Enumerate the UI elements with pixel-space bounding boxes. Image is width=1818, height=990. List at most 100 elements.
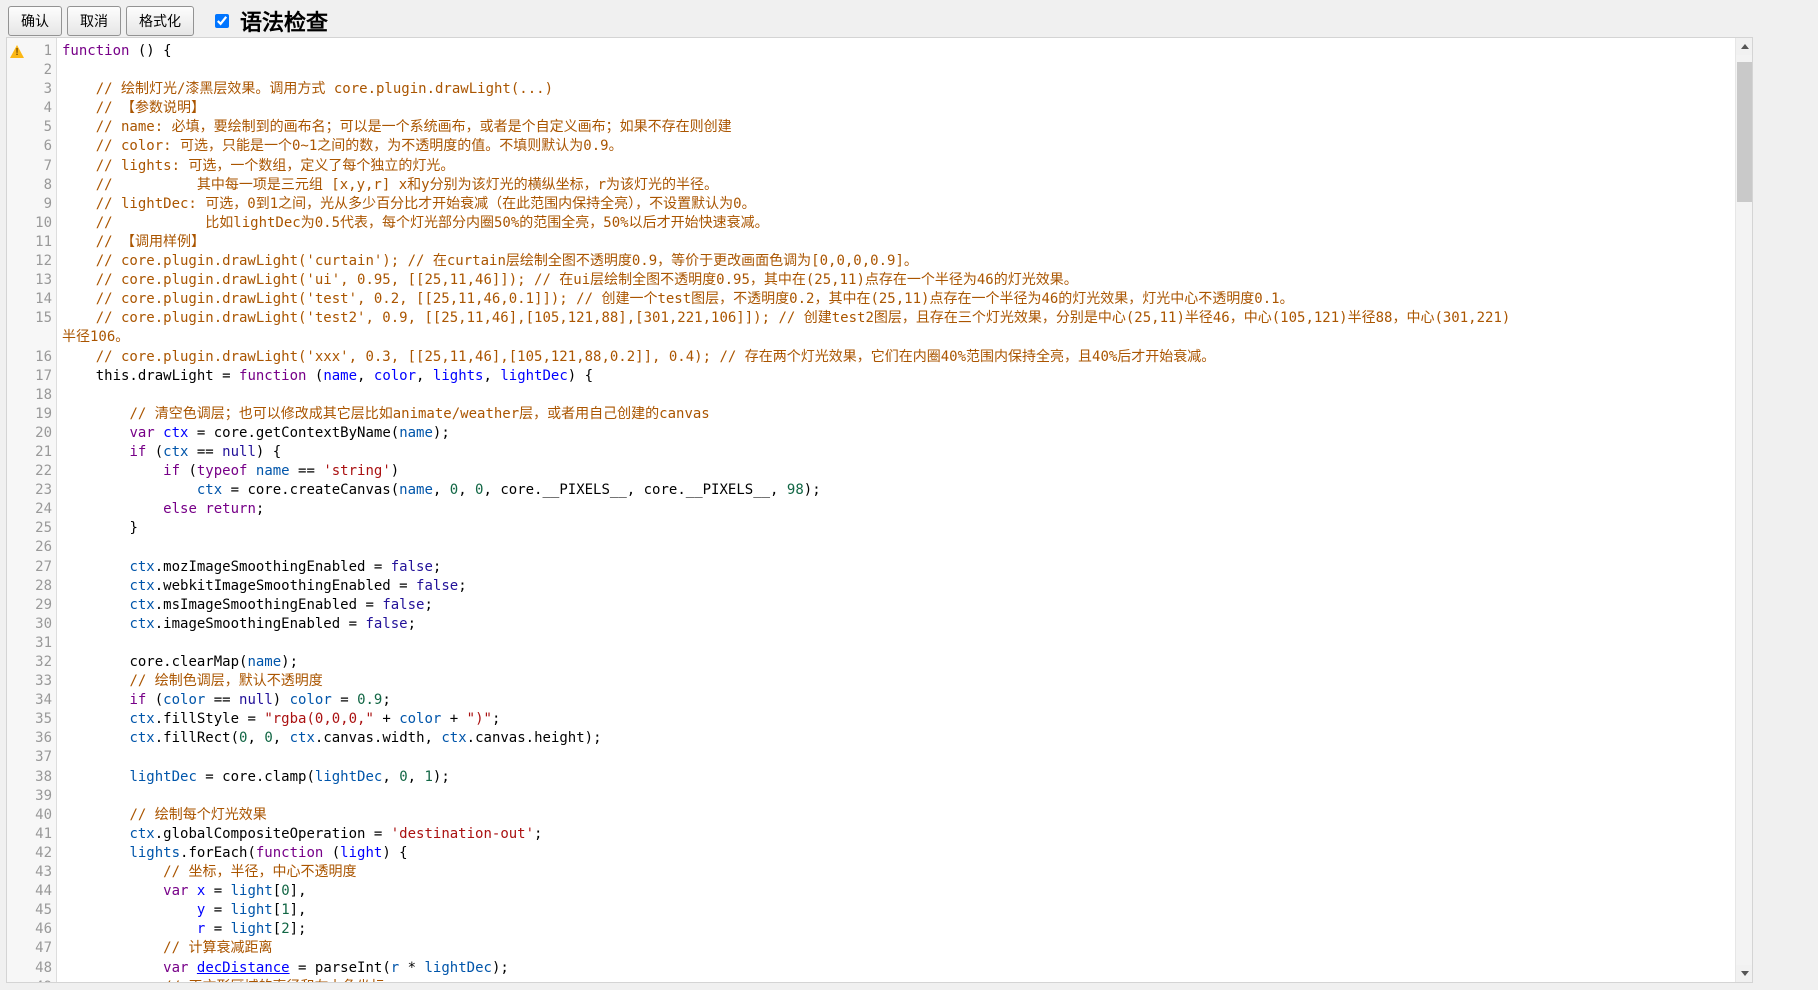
code-text[interactable]: ctx.msImageSmoothingEnabled = false; — [57, 596, 1735, 615]
code-text[interactable]: y = light[1], — [57, 901, 1735, 920]
code-text[interactable]: // 【调用样例】 — [57, 233, 1735, 252]
code-text[interactable]: function () { — [57, 42, 1735, 61]
scroll-up-button[interactable] — [1736, 38, 1753, 55]
code-text[interactable]: // 绘制色调层，默认不透明度 — [57, 672, 1735, 691]
code-line[interactable]: 25 } — [7, 519, 1735, 538]
code-text[interactable]: lights.forEach(function (light) { — [57, 844, 1735, 863]
code-line[interactable]: 35 ctx.fillStyle = "rgba(0,0,0," + color… — [7, 710, 1735, 729]
code-line[interactable]: 18 — [7, 386, 1735, 405]
code-line[interactable]: 15 // core.plugin.drawLight('test2', 0.9… — [7, 309, 1735, 347]
code-line[interactable]: 28 ctx.webkitImageSmoothingEnabled = fal… — [7, 577, 1735, 596]
code-text[interactable]: // 比如lightDec为0.5代表，每个灯光部分内圈50%的范围全亮，50%… — [57, 214, 1735, 233]
code-line[interactable]: 24 else return; — [7, 500, 1735, 519]
code-text[interactable] — [57, 386, 1735, 405]
code-line[interactable]: 5 // name: 必填，要绘制到的画布名；可以是一个系统画布，或者是个自定义… — [7, 118, 1735, 137]
code-line[interactable]: 34 if (color == null) color = 0.9; — [7, 691, 1735, 710]
code-line[interactable]: 20 var ctx = core.getContextByName(name)… — [7, 424, 1735, 443]
code-line[interactable]: 42 lights.forEach(function (light) { — [7, 844, 1735, 863]
code-line[interactable]: 30 ctx.imageSmoothingEnabled = false; — [7, 615, 1735, 634]
code-line[interactable]: 31 — [7, 634, 1735, 653]
code-line[interactable]: 10 // 比如lightDec为0.5代表，每个灯光部分内圈50%的范围全亮，… — [7, 214, 1735, 233]
code-text[interactable]: if (ctx == null) { — [57, 443, 1735, 462]
code-text[interactable]: lightDec = core.clamp(lightDec, 0, 1); — [57, 768, 1735, 787]
code-line[interactable]: 4 // 【参数说明】 — [7, 99, 1735, 118]
code-lines[interactable]: !1function () {23 // 绘制灯光/漆黑层效果。调用方式 cor… — [7, 38, 1735, 983]
scroll-down-button[interactable] — [1736, 965, 1753, 982]
code-text[interactable] — [57, 634, 1735, 653]
confirm-button[interactable]: 确认 — [8, 6, 62, 36]
code-text[interactable]: ctx.webkitImageSmoothingEnabled = false; — [57, 577, 1735, 596]
code-text[interactable]: // core.plugin.drawLight('ui', 0.95, [[2… — [57, 271, 1735, 290]
code-line[interactable]: 38 lightDec = core.clamp(lightDec, 0, 1)… — [7, 768, 1735, 787]
code-line[interactable]: 19 // 清空色调层；也可以修改成其它层比如animate/weather层，… — [7, 405, 1735, 424]
code-text[interactable]: // 正方形区域的直径和左上角坐标 — [57, 978, 1735, 983]
code-text[interactable]: var x = light[0], — [57, 882, 1735, 901]
code-text[interactable]: // core.plugin.drawLight('test2', 0.9, [… — [57, 309, 1735, 347]
code-text[interactable] — [57, 61, 1735, 80]
code-line[interactable]: 9 // lightDec: 可选，0到1之间，光从多少百分比才开始衰减（在此范… — [7, 195, 1735, 214]
code-text[interactable]: var decDistance = parseInt(r * lightDec)… — [57, 959, 1735, 978]
code-text[interactable]: ctx.mozImageSmoothingEnabled = false; — [57, 558, 1735, 577]
code-text[interactable]: ctx.fillRect(0, 0, ctx.canvas.width, ctx… — [57, 729, 1735, 748]
code-text[interactable]: if (typeof name == 'string') — [57, 462, 1735, 481]
code-line[interactable]: 36 ctx.fillRect(0, 0, ctx.canvas.width, … — [7, 729, 1735, 748]
code-editor[interactable]: !1function () {23 // 绘制灯光/漆黑层效果。调用方式 cor… — [6, 37, 1753, 983]
code-line[interactable]: 6 // color: 可选，只能是一个0~1之间的数，为不透明度的值。不填则默… — [7, 137, 1735, 156]
code-line[interactable]: 32 core.clearMap(name); — [7, 653, 1735, 672]
code-line[interactable]: 43 // 坐标，半径，中心不透明度 — [7, 863, 1735, 882]
code-text[interactable]: // 清空色调层；也可以修改成其它层比如animate/weather层，或者用… — [57, 405, 1735, 424]
code-text[interactable]: // core.plugin.drawLight('xxx', 0.3, [[2… — [57, 348, 1735, 367]
code-text[interactable]: else return; — [57, 500, 1735, 519]
code-line[interactable]: 13 // core.plugin.drawLight('ui', 0.95, … — [7, 271, 1735, 290]
code-line[interactable]: 33 // 绘制色调层，默认不透明度 — [7, 672, 1735, 691]
code-line[interactable]: 26 — [7, 538, 1735, 557]
code-line[interactable]: 49 // 正方形区域的直径和左上角坐标 — [7, 978, 1735, 983]
code-line[interactable]: 41 ctx.globalCompositeOperation = 'desti… — [7, 825, 1735, 844]
code-text[interactable]: ctx.fillStyle = "rgba(0,0,0," + color + … — [57, 710, 1735, 729]
code-line[interactable]: 22 if (typeof name == 'string') — [7, 462, 1735, 481]
code-text[interactable]: ctx.imageSmoothingEnabled = false; — [57, 615, 1735, 634]
code-text[interactable]: if (color == null) color = 0.9; — [57, 691, 1735, 710]
code-line[interactable]: 2 — [7, 61, 1735, 80]
code-text[interactable]: // lights: 可选，一个数组，定义了每个独立的灯光。 — [57, 157, 1735, 176]
code-text[interactable]: // 绘制灯光/漆黑层效果。调用方式 core.plugin.drawLight… — [57, 80, 1735, 99]
code-text[interactable] — [57, 787, 1735, 806]
code-line[interactable]: 16 // core.plugin.drawLight('xxx', 0.3, … — [7, 348, 1735, 367]
warning-icon[interactable]: ! — [10, 45, 25, 59]
vertical-scrollbar[interactable] — [1735, 38, 1752, 982]
code-text[interactable]: } — [57, 519, 1735, 538]
code-line[interactable]: 39 — [7, 787, 1735, 806]
cancel-button[interactable]: 取消 — [67, 6, 121, 36]
code-text[interactable]: ctx = core.createCanvas(name, 0, 0, core… — [57, 481, 1735, 500]
scrollbar-thumb[interactable] — [1737, 62, 1752, 202]
code-text[interactable]: // 其中每一项是三元组 [x,y,r] x和y分别为该灯光的横纵坐标，r为该灯… — [57, 176, 1735, 195]
code-line[interactable]: 3 // 绘制灯光/漆黑层效果。调用方式 core.plugin.drawLig… — [7, 80, 1735, 99]
code-line[interactable]: 8 // 其中每一项是三元组 [x,y,r] x和y分别为该灯光的横纵坐标，r为… — [7, 176, 1735, 195]
code-text[interactable]: // color: 可选，只能是一个0~1之间的数，为不透明度的值。不填则默认为… — [57, 137, 1735, 156]
code-line[interactable]: 46 r = light[2]; — [7, 920, 1735, 939]
syntax-check-checkbox[interactable] — [215, 14, 229, 28]
code-text[interactable]: // lightDec: 可选，0到1之间，光从多少百分比才开始衰减（在此范围内… — [57, 195, 1735, 214]
code-text[interactable]: // core.plugin.drawLight('curtain'); // … — [57, 252, 1735, 271]
code-text[interactable]: // 绘制每个灯光效果 — [57, 806, 1735, 825]
code-line[interactable]: 17 this.drawLight = function (name, colo… — [7, 367, 1735, 386]
code-text[interactable] — [57, 538, 1735, 557]
format-button[interactable]: 格式化 — [126, 6, 194, 36]
code-text[interactable]: // 计算衰减距离 — [57, 939, 1735, 958]
code-line[interactable]: 44 var x = light[0], — [7, 882, 1735, 901]
code-line[interactable]: 37 — [7, 748, 1735, 767]
code-text[interactable]: // 坐标，半径，中心不透明度 — [57, 863, 1735, 882]
code-line[interactable]: 27 ctx.mozImageSmoothingEnabled = false; — [7, 558, 1735, 577]
code-text[interactable] — [57, 748, 1735, 767]
code-text[interactable]: r = light[2]; — [57, 920, 1735, 939]
code-text[interactable]: // 【参数说明】 — [57, 99, 1735, 118]
code-line[interactable]: 14 // core.plugin.drawLight('test', 0.2,… — [7, 290, 1735, 309]
code-text[interactable]: // core.plugin.drawLight('test', 0.2, [[… — [57, 290, 1735, 309]
code-text[interactable]: this.drawLight = function (name, color, … — [57, 367, 1735, 386]
code-line[interactable]: 47 // 计算衰减距离 — [7, 939, 1735, 958]
code-line[interactable]: 12 // core.plugin.drawLight('curtain'); … — [7, 252, 1735, 271]
code-text[interactable]: core.clearMap(name); — [57, 653, 1735, 672]
code-line[interactable]: 23 ctx = core.createCanvas(name, 0, 0, c… — [7, 481, 1735, 500]
code-line[interactable]: 7 // lights: 可选，一个数组，定义了每个独立的灯光。 — [7, 157, 1735, 176]
code-line[interactable]: 29 ctx.msImageSmoothingEnabled = false; — [7, 596, 1735, 615]
